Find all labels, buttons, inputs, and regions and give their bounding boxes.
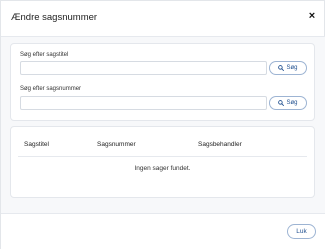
column-header-number: Sagsnummer	[97, 141, 136, 148]
title-search-button-label: Søg	[286, 65, 298, 71]
close-button[interactable]: Luk	[287, 224, 316, 239]
dialog-title: Ændre sagsnummer	[11, 12, 98, 23]
dialog-header: Ændre sagsnummer ×	[1, 1, 325, 37]
column-header-title: Sagstitel	[24, 141, 49, 148]
number-search-button-label: Søg	[286, 100, 298, 106]
search-icon	[278, 100, 285, 106]
dialog-footer: Luk	[1, 213, 325, 250]
search-icon	[278, 65, 285, 71]
title-search-button[interactable]: Søg	[269, 61, 307, 75]
number-search-input[interactable]	[20, 96, 267, 110]
number-search-label: Søg efter sagsnummer	[20, 86, 82, 92]
empty-results-message: Ingen sager fundet.	[134, 165, 191, 172]
title-search-input[interactable]	[20, 61, 267, 75]
column-header-handler: Sagsbehandler	[198, 141, 242, 148]
search-card: Søg efter sagstitel Søg Søg efter sagsnu…	[10, 43, 315, 121]
results-card: Sagstitel Sagsnummer Sagsbehandler Ingen…	[10, 126, 315, 198]
table-divider	[18, 156, 307, 157]
dialog-body: Søg efter sagstitel Søg Søg efter sagsnu…	[1, 37, 325, 213]
number-search-button[interactable]: Søg	[269, 96, 307, 110]
change-case-number-dialog: Ændre sagsnummer × Søg efter sagstitel S…	[0, 0, 325, 250]
close-icon[interactable]: ×	[306, 10, 318, 22]
title-search-label: Søg efter sagstitel	[20, 52, 69, 58]
